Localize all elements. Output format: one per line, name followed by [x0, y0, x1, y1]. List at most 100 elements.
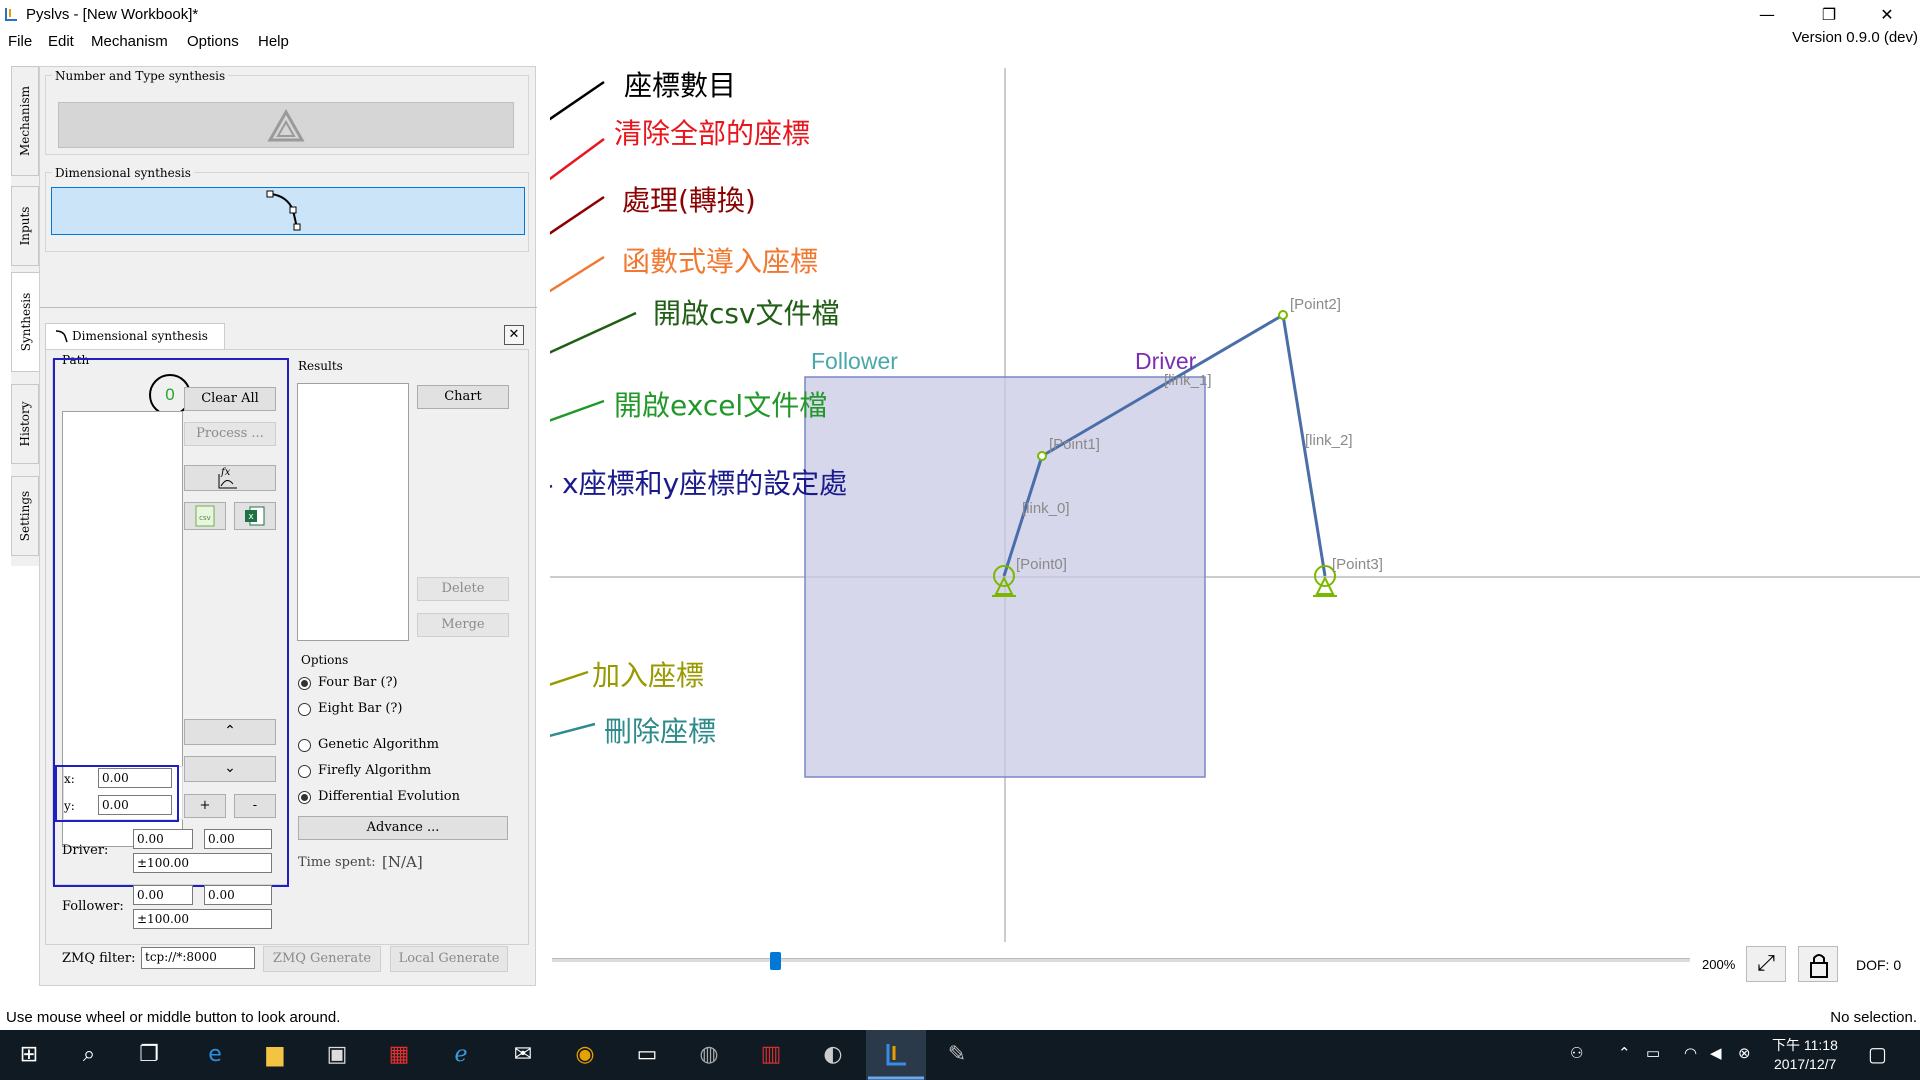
time-slider[interactable] — [552, 958, 1690, 962]
zmq-generate-button[interactable]: ZMQ Generate — [263, 946, 381, 972]
paint-icon[interactable]: ✎ — [940, 1038, 974, 1072]
side-tab-mechanism[interactable]: Mechanism — [11, 66, 39, 176]
side-tab-settings[interactable]: Settings — [11, 476, 39, 556]
number-type-button[interactable] — [58, 102, 514, 148]
point2-label: [Point2] — [1290, 296, 1341, 313]
follower-label: Follower: — [62, 899, 124, 914]
advance-button[interactable]: Advance ... — [298, 816, 508, 840]
side-tab-inputs[interactable]: Inputs — [11, 186, 39, 266]
lock-icon — [1810, 954, 1828, 978]
side-tab-mechanism-label: Mechanism — [18, 85, 32, 157]
eight-bar-radio[interactable] — [298, 703, 311, 716]
store-icon[interactable]: ▣ — [320, 1038, 354, 1072]
zmq-filter-field[interactable]: tcp://*:8000 — [141, 947, 255, 969]
side-tab-inputs-label: Inputs — [18, 206, 32, 246]
sphere-app-icon[interactable]: ◍ — [692, 1038, 726, 1072]
wifi-icon[interactable]: ◠ — [1684, 1044, 1697, 1062]
search-icon[interactable]: ⌕ — [72, 1038, 106, 1072]
follower-range-field[interactable]: ±100.00 — [133, 909, 272, 929]
delete-button[interactable]: Delete — [417, 577, 509, 601]
annotation-xy-setting: x座標和y座標的設定處 — [562, 467, 848, 500]
dimensional-button[interactable] — [51, 187, 525, 235]
chart-button[interactable]: Chart — [417, 385, 509, 409]
follower-x-field[interactable]: 0.00 — [133, 885, 193, 905]
task-view-icon[interactable]: ❐ — [132, 1038, 166, 1072]
differential-radio[interactable] — [298, 791, 311, 804]
driver-x-field[interactable]: 0.00 — [133, 829, 193, 849]
coordinate-highlight — [55, 765, 179, 822]
path-curve-icon — [266, 190, 301, 231]
follower-range-rect — [804, 376, 1206, 778]
point2-joint — [1278, 310, 1288, 320]
tab-icon — [54, 328, 70, 348]
gift-icon[interactable]: ▦ — [382, 1038, 416, 1072]
annotation-csv: 開啟csv文件檔 — [653, 297, 840, 330]
four-bar-label: Four Bar (?) — [318, 675, 398, 690]
tab-close-button[interactable]: ✕ — [504, 325, 524, 345]
follower-y-field[interactable]: 0.00 — [204, 885, 272, 905]
tab-dimensional[interactable]: Dimensional synthesis — [45, 323, 225, 349]
tray-chevron-icon[interactable]: ⌃ — [1618, 1044, 1631, 1062]
explorer-icon[interactable]: ▆ — [258, 1038, 292, 1072]
driver-y-field[interactable]: 0.00 — [204, 829, 272, 849]
minimize-button[interactable]: — — [1744, 0, 1790, 30]
firefly-radio[interactable] — [298, 765, 311, 778]
tray-date[interactable]: 2017/12/7 — [1774, 1056, 1836, 1072]
menu-mechanism[interactable]: Mechanism — [91, 33, 168, 50]
volume-icon[interactable]: ◀ — [1710, 1044, 1722, 1062]
notification-x-icon[interactable]: ⊗ — [1738, 1044, 1751, 1062]
point0-label: [Point0] — [1016, 556, 1067, 573]
menu-file[interactable]: File — [8, 33, 32, 50]
restore-button[interactable]: ❐ — [1806, 0, 1852, 30]
tray-time[interactable]: 下午 11:18 — [1772, 1035, 1838, 1055]
mail-icon[interactable]: ✉ — [506, 1038, 540, 1072]
firefly-label: Firefly Algorithm — [318, 763, 432, 778]
side-tab-history[interactable]: History — [11, 384, 39, 464]
menu-help[interactable]: Help — [258, 33, 289, 50]
point3-label: [Point3] — [1332, 556, 1383, 573]
obs-icon[interactable]: ◐ — [816, 1038, 850, 1072]
taskbar: ⊞ ⌕ ❐ e ▆ ▣ ▦ ℯ ✉ ◉ ▭ ◍ ▥ ◐ ✎ ⚇ ⌃ ▭ ◠ ◀ … — [0, 1030, 1920, 1080]
driver-label: Driver: — [62, 843, 109, 858]
annotation-remove-point: 刪除座標 — [604, 715, 717, 748]
eight-bar-label: Eight Bar (?) — [318, 701, 403, 716]
terminal-icon[interactable]: ▭ — [630, 1038, 664, 1072]
version-label: Version 0.9.0 (dev) — [1792, 29, 1918, 46]
results-list[interactable] — [297, 383, 409, 641]
app-icon[interactable]: ▥ — [754, 1038, 788, 1072]
side-tab-synthesis-label: Synthesis — [18, 292, 33, 352]
chrome-icon[interactable]: ◉ — [568, 1038, 602, 1072]
fit-view-button[interactable]: ⤢ — [1746, 946, 1786, 982]
menu-edit[interactable]: Edit — [48, 33, 74, 50]
splitter-line — [40, 307, 537, 308]
window-title: Pyslvs - [New Workbook]* — [26, 6, 199, 23]
side-tab-synthesis[interactable]: Synthesis — [11, 272, 39, 372]
four-bar-radio[interactable] — [298, 677, 311, 690]
battery-icon: ▭ — [1646, 1045, 1661, 1062]
link0-label: [link_0] — [1022, 500, 1070, 517]
merge-button[interactable]: Merge — [417, 613, 509, 637]
genetic-radio[interactable] — [298, 739, 311, 752]
edge-icon[interactable]: e — [198, 1038, 232, 1072]
tab-dimensional-label: Dimensional synthesis — [72, 329, 208, 343]
ie-icon[interactable]: ℯ — [444, 1038, 478, 1072]
time-slider-handle[interactable] — [770, 952, 781, 970]
time-spent-value: [N/A] — [382, 853, 423, 871]
pyslvs-task-icon — [868, 1044, 924, 1080]
status-right: No selection. — [1830, 1009, 1917, 1026]
differential-label: Differential Evolution — [318, 789, 460, 804]
action-center-icon[interactable]: ▢ — [1868, 1042, 1887, 1067]
local-generate-button[interactable]: Local Generate — [390, 946, 508, 972]
menu-options[interactable]: Options — [187, 33, 239, 50]
people-icon[interactable]: ⚇ — [1570, 1044, 1583, 1062]
start-icon[interactable]: ⊞ — [12, 1038, 46, 1072]
point1-joint — [1037, 451, 1047, 461]
mechanism-canvas[interactable]: [Point0] [Point1] [Point2] [Point3] [lin… — [142, 66, 1920, 942]
link2-label: [link_2] — [1305, 432, 1353, 449]
pyslvs-task-button[interactable] — [866, 1030, 926, 1080]
close-button[interactable]: ✕ — [1864, 0, 1910, 30]
point1-label: [Point1] — [1049, 436, 1100, 453]
lock-button[interactable] — [1798, 946, 1838, 982]
driver-range-field[interactable]: ±100.00 — [133, 853, 272, 873]
title-bar: Pyslvs - [New Workbook]* — ❐ ✕ — [0, 0, 1920, 30]
